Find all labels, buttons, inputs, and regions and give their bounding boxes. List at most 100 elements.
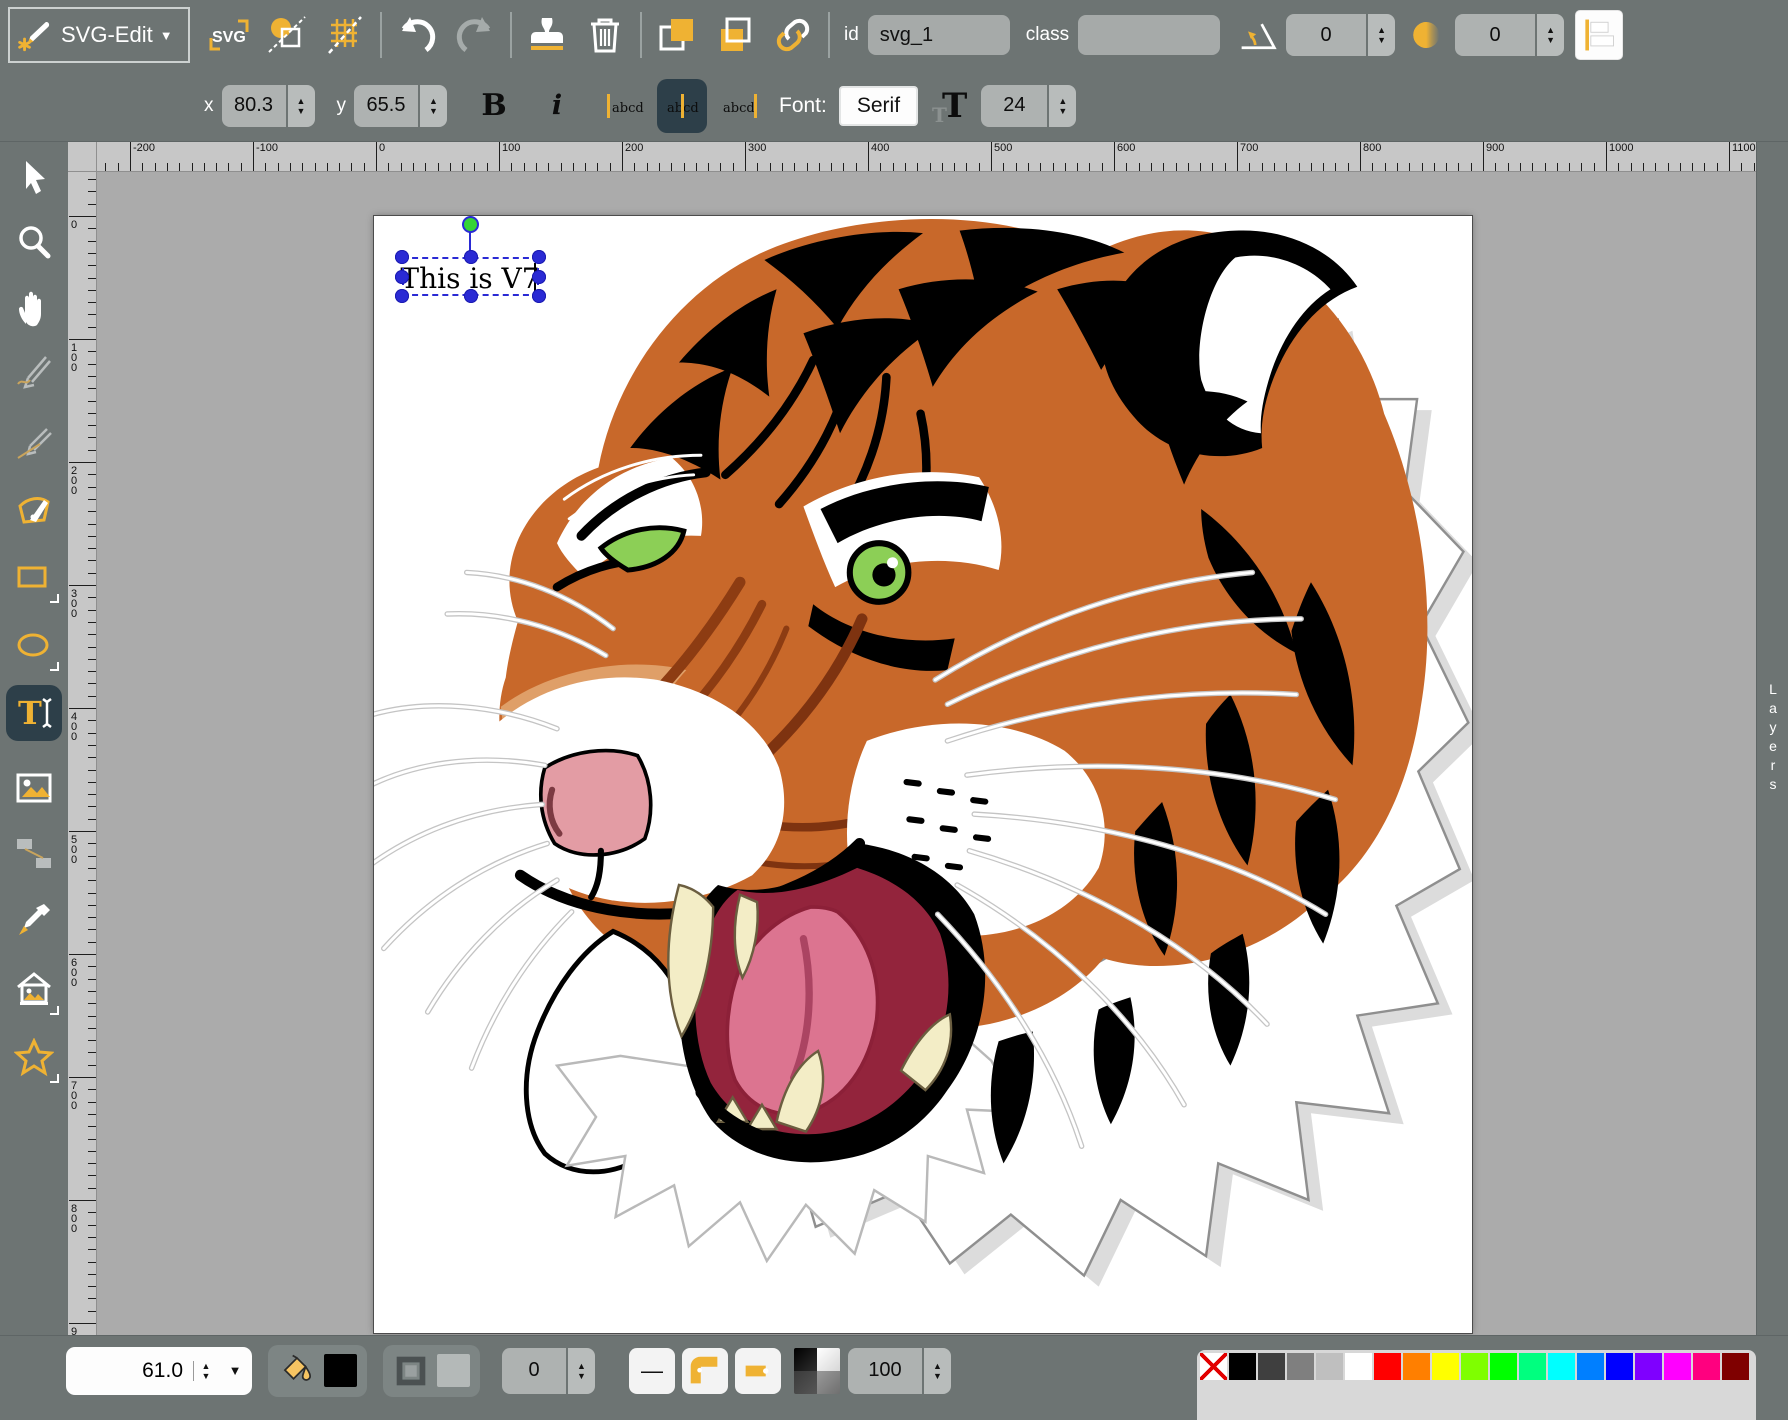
tool-select[interactable] <box>6 150 62 206</box>
ruler-tick <box>1360 142 1361 171</box>
palette-swatch[interactable] <box>1403 1353 1430 1380</box>
source-editor-button[interactable]: SVG <box>204 10 254 60</box>
fill-color-swatch[interactable] <box>324 1354 357 1387</box>
spin-down-icon[interactable]: ▼ <box>1058 106 1067 116</box>
tool-image[interactable] <box>6 760 62 816</box>
svg-canvas[interactable]: This is V7 <box>374 216 1472 1333</box>
spin-down-icon[interactable]: ▼ <box>297 106 306 116</box>
ruler-tick <box>88 1052 96 1053</box>
font-family-button[interactable]: Serif <box>841 88 916 124</box>
palette-swatch[interactable] <box>1490 1353 1517 1380</box>
make-link-button[interactable] <box>768 10 818 60</box>
class-input[interactable] <box>1078 15 1220 55</box>
main-menu-button[interactable]: SVG-Edit ▼ <box>8 7 190 63</box>
stroke-color-swatch[interactable] <box>437 1354 470 1387</box>
palette-swatch[interactable] <box>1664 1353 1691 1380</box>
selection-handle[interactable] <box>532 270 546 284</box>
tool-shapelib[interactable] <box>6 962 62 1018</box>
canvas-region[interactable]: This is V7 <box>96 171 1756 1335</box>
palette-swatch[interactable] <box>1374 1353 1401 1380</box>
tool-zoom[interactable] <box>6 214 62 270</box>
palette-none-swatch[interactable] <box>1200 1353 1227 1380</box>
bold-button[interactable]: B <box>465 88 523 123</box>
spin-up-icon[interactable]: ▲ <box>1377 25 1386 35</box>
undo-button[interactable] <box>392 10 442 60</box>
layers-panel-toggle[interactable]: Layers <box>1756 141 1788 1335</box>
spin-down-icon[interactable]: ▼ <box>1546 35 1555 45</box>
selection-handle[interactable] <box>464 250 478 264</box>
spin-up-icon[interactable]: ▲ <box>577 1361 586 1371</box>
tool-text[interactable]: T <box>6 685 62 741</box>
zoom-widget[interactable]: 61.0 ▲▼ ▼ <box>66 1347 252 1395</box>
clone-button[interactable] <box>522 10 572 60</box>
id-input[interactable]: svg_1 <box>868 15 1010 55</box>
x-spinner[interactable]: 80.3 ▲▼ <box>222 85 315 127</box>
tool-eyedropper[interactable] <box>6 892 62 948</box>
font-size-spinner[interactable]: 24 ▲▼ <box>981 85 1076 127</box>
spin-up-icon[interactable]: ▲ <box>933 1361 942 1371</box>
spin-down-icon[interactable]: ▼ <box>577 1371 586 1381</box>
wireframe-button[interactable] <box>262 10 312 60</box>
stroke-dash-button[interactable]: — <box>629 1348 675 1394</box>
spin-down-icon[interactable]: ▼ <box>202 1371 211 1381</box>
opacity-picker[interactable] <box>794 1348 840 1394</box>
ruler-tick <box>1003 163 1004 171</box>
delete-button[interactable] <box>580 10 630 60</box>
palette-swatch[interactable] <box>1722 1353 1749 1380</box>
tool-path[interactable] <box>6 482 62 538</box>
tool-ellipse[interactable] <box>6 618 62 674</box>
palette-swatch[interactable] <box>1316 1353 1343 1380</box>
palette-swatch[interactable] <box>1693 1353 1720 1380</box>
ruler-tick <box>684 163 685 171</box>
palette-swatch[interactable] <box>1606 1353 1633 1380</box>
spin-up-icon[interactable]: ▲ <box>297 96 306 106</box>
align-relative-button[interactable] <box>1576 11 1622 59</box>
linecap-button[interactable] <box>735 1348 781 1394</box>
palette-swatch[interactable] <box>1635 1353 1662 1380</box>
workarea[interactable]: -200-10001002003004005006007008009001000… <box>68 141 1756 1335</box>
selection-handle[interactable] <box>395 289 409 303</box>
spin-up-icon[interactable]: ▲ <box>1058 96 1067 106</box>
spin-up-icon[interactable]: ▲ <box>202 1361 211 1371</box>
move-to-top-button[interactable] <box>652 10 702 60</box>
selection-handle[interactable] <box>395 270 409 284</box>
blur-spinner[interactable]: 0 ▲▼ <box>1455 14 1564 56</box>
selection-handle[interactable] <box>464 289 478 303</box>
y-spinner[interactable]: 65.5 ▲▼ <box>354 85 447 127</box>
palette-swatch[interactable] <box>1432 1353 1459 1380</box>
palette-swatch[interactable] <box>1258 1353 1285 1380</box>
redo-button[interactable] <box>450 10 500 60</box>
tool-pan[interactable] <box>6 280 62 336</box>
text-anchor-end-button[interactable]: abcd <box>715 79 765 133</box>
move-to-bottom-button[interactable] <box>710 10 760 60</box>
angle-spinner[interactable]: 0 ▲▼ <box>1286 14 1395 56</box>
spin-up-icon[interactable]: ▲ <box>429 96 438 106</box>
palette-swatch[interactable] <box>1287 1353 1314 1380</box>
italic-button[interactable]: i <box>531 90 583 121</box>
rotate-handle[interactable] <box>462 216 479 233</box>
spin-up-icon[interactable]: ▲ <box>1546 25 1555 35</box>
palette-swatch[interactable] <box>1461 1353 1488 1380</box>
text-anchor-start-button[interactable]: abcd <box>599 79 649 133</box>
spin-down-icon[interactable]: ▼ <box>429 106 438 116</box>
selection-handle[interactable] <box>532 289 546 303</box>
palette-swatch[interactable] <box>1229 1353 1256 1380</box>
opacity-spinner[interactable]: 100 ▲▼ <box>848 1348 951 1394</box>
linejoin-button[interactable] <box>682 1348 728 1394</box>
zoom-dropdown-chevron-icon[interactable]: ▼ <box>218 1363 252 1378</box>
editor-prefs-button[interactable] <box>320 10 370 60</box>
stroke-width-spinner[interactable]: 0 ▲▼ <box>502 1348 595 1394</box>
palette-swatch[interactable] <box>1548 1353 1575 1380</box>
tool-rect[interactable] <box>6 550 62 606</box>
palette-swatch[interactable] <box>1577 1353 1604 1380</box>
palette-swatch[interactable] <box>1345 1353 1372 1380</box>
spin-down-icon[interactable]: ▼ <box>933 1371 942 1381</box>
text-anchor-middle-button[interactable]: abcd <box>657 79 707 133</box>
selection-handle[interactable] <box>395 250 409 264</box>
ruler-label: 300 <box>748 142 766 154</box>
tool-star[interactable] <box>6 1030 62 1086</box>
spin-down-icon[interactable]: ▼ <box>1377 35 1386 45</box>
zoom-value[interactable]: 61.0 <box>66 1359 193 1383</box>
selection-handle[interactable] <box>532 250 546 264</box>
palette-swatch[interactable] <box>1519 1353 1546 1380</box>
